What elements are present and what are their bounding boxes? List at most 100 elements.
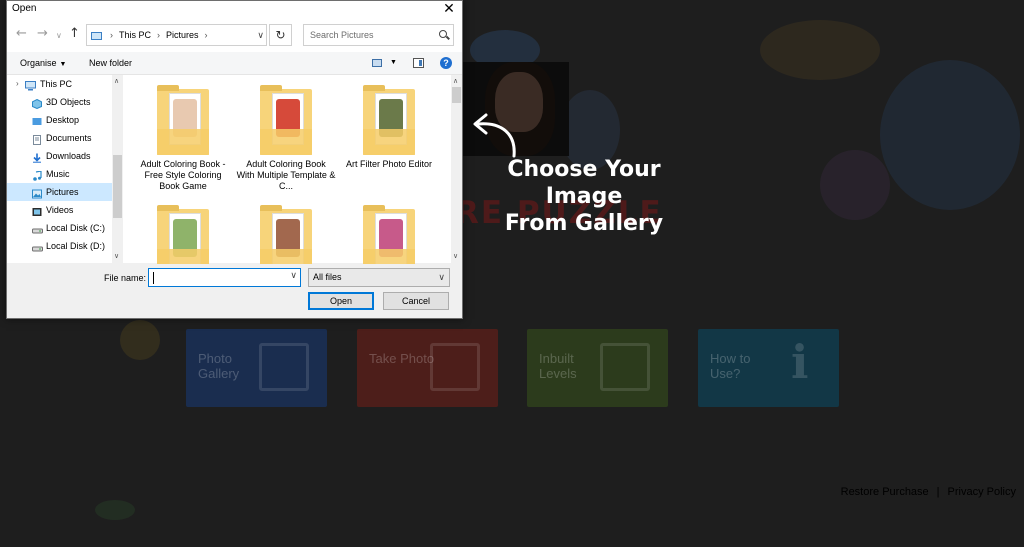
computer-icon — [91, 31, 102, 40]
decor-blob — [120, 320, 160, 360]
chevron-down-icon[interactable]: ∨ — [290, 270, 297, 281]
hint-line-2: From Gallery — [504, 211, 664, 236]
help-icon[interactable]: ? — [440, 57, 452, 69]
sidebar-item-label: Desktop — [46, 115, 80, 125]
sidebar-item-3d-objects[interactable]: 3D Objects — [7, 93, 123, 111]
search-input[interactable]: Search Pictures — [303, 24, 454, 46]
back-arrow-icon[interactable]: ← — [16, 27, 27, 40]
open-button[interactable]: Open — [308, 292, 374, 310]
file-type-value: All files — [313, 272, 342, 282]
sidebar-item-videos[interactable]: Videos — [7, 201, 123, 219]
address-bar[interactable]: › This PC › Pictures › ∨ — [86, 24, 267, 46]
sidebar-item-music[interactable]: Music — [7, 165, 123, 183]
curved-arrow-icon — [473, 113, 516, 158]
restore-purchase-link[interactable]: Restore Purchase — [841, 486, 929, 498]
organise-label: Organise — [20, 58, 57, 68]
file-item[interactable]: Adult Coloring Book - Free Style Colorin… — [133, 85, 233, 192]
up-arrow-icon[interactable]: ↑ — [69, 27, 80, 40]
how-to-use-button[interactable]: How to Use? i — [698, 329, 839, 407]
file-item-name: Adult Coloring Book - Free Style Colorin… — [140, 159, 226, 191]
file-item[interactable]: Art Filter Photo Editor — [339, 85, 439, 170]
footer-separator: | — [936, 486, 940, 498]
chevron-down-icon[interactable]: ▼ — [390, 52, 397, 74]
refresh-button[interactable]: ↻ — [269, 24, 292, 46]
music-icon — [32, 169, 42, 181]
search-placeholder: Search Pictures — [310, 30, 374, 40]
expand-chevron-icon[interactable]: › — [16, 75, 19, 93]
gallery-icon — [259, 343, 309, 391]
organise-button[interactable]: Organise ▼ — [20, 52, 66, 76]
sidebar-item-label: Pictures — [46, 187, 79, 197]
file-item-name: Art Filter Photo Editor — [345, 159, 433, 169]
navigation-pane-scrollbar[interactable]: ∧ ∨ — [112, 75, 123, 264]
file-item[interactable] — [339, 205, 439, 264]
breadcrumb-pictures[interactable]: Pictures — [166, 30, 199, 40]
breadcrumb-this-pc[interactable]: This PC — [119, 30, 151, 40]
sidebar-item-documents[interactable]: Documents — [7, 129, 123, 147]
video-icon — [32, 205, 42, 216]
drive-icon — [32, 241, 43, 252]
command-bar: Organise ▼ New folder ▼ ? — [7, 52, 462, 74]
sidebar-item-local-disk-c[interactable]: Local Disk (C:) — [7, 219, 123, 237]
folder-icon — [363, 85, 415, 155]
sidebar-item-this-pc[interactable]: › This PC — [7, 75, 123, 93]
folder-tab — [363, 85, 385, 91]
scrollbar-thumb[interactable] — [113, 155, 122, 218]
new-folder-button[interactable]: New folder — [89, 52, 132, 74]
change-view-icon[interactable] — [372, 59, 382, 67]
privacy-policy-link[interactable]: Privacy Policy — [948, 486, 1016, 498]
chevron-down-icon[interactable]: ∨ — [257, 25, 264, 45]
sidebar-item-downloads[interactable]: Downloads — [7, 147, 123, 165]
decor-blob — [820, 150, 890, 220]
folder-tab — [157, 205, 179, 211]
decor-blob — [95, 500, 135, 520]
file-type-select[interactable]: All files ∨ — [308, 268, 450, 287]
breadcrumb-separator: › — [157, 30, 161, 40]
file-name-input[interactable]: ∨ — [148, 268, 301, 287]
photo-gallery-button[interactable]: Photo Gallery — [186, 329, 327, 407]
folder-front — [363, 249, 415, 264]
file-item-name: Adult Coloring Book With Multiple Templa… — [236, 159, 336, 191]
file-item[interactable] — [133, 205, 233, 264]
search-icon — [439, 30, 447, 38]
dialog-titlebar[interactable]: Open ✕ — [7, 1, 462, 18]
scroll-up-icon[interactable]: ∧ — [453, 77, 458, 85]
cancel-button[interactable]: Cancel — [383, 292, 449, 310]
file-list-scrollbar[interactable]: ∧ ∨ — [451, 75, 462, 264]
sidebar-item-desktop[interactable]: Desktop — [7, 111, 123, 129]
take-photo-button[interactable]: Take Photo — [357, 329, 498, 407]
sidebar-item-local-disk-d[interactable]: Local Disk (D:) — [7, 237, 123, 255]
open-file-dialog: Open ✕ ← → ∨ ↑ › This PC › Pictures › ∨ ↻ Se… — [6, 0, 463, 319]
sidebar-item-pictures[interactable]: Pictures — [7, 183, 123, 201]
sidebar-item-label: Videos — [46, 205, 74, 215]
folder-front — [260, 249, 312, 264]
scrollbar-thumb[interactable] — [452, 87, 461, 103]
chevron-down-icon: ∨ — [438, 272, 445, 282]
info-icon: i — [791, 335, 809, 389]
preview-pane-icon[interactable] — [413, 58, 424, 68]
folder-tab — [363, 205, 385, 211]
inbuilt-levels-button[interactable]: Inbuilt Levels — [527, 329, 668, 407]
scroll-down-icon[interactable]: ∨ — [453, 252, 458, 260]
folder-tab — [157, 85, 179, 91]
scroll-up-icon[interactable]: ∧ — [114, 77, 119, 85]
dialog-content: › This PC 3D Objects Desktop Documents Downlo… — [7, 74, 462, 264]
chevron-down-icon: ▼ — [59, 61, 67, 68]
file-name-label: File name: — [104, 273, 147, 283]
close-button[interactable]: ✕ — [436, 1, 462, 18]
folder-tab — [260, 85, 282, 91]
decor-blob — [760, 20, 880, 80]
forward-arrow-icon[interactable]: → — [37, 27, 48, 40]
file-item[interactable] — [236, 205, 336, 264]
card-label: How to Use? — [710, 351, 751, 381]
folder-front — [260, 129, 312, 155]
folder-front — [363, 129, 415, 155]
sidebar-item-label: This PC — [40, 79, 73, 89]
scroll-down-icon[interactable]: ∨ — [114, 252, 119, 260]
decor-blob — [880, 60, 1020, 210]
folder-front — [157, 249, 209, 264]
navigation-pane: › This PC 3D Objects Desktop Documents Downlo… — [7, 75, 123, 264]
recent-locations-icon[interactable]: ∨ — [56, 30, 62, 42]
file-item[interactable]: Adult Coloring Book With Multiple Templa… — [236, 85, 336, 192]
sidebar-item-label: Music — [46, 169, 70, 179]
